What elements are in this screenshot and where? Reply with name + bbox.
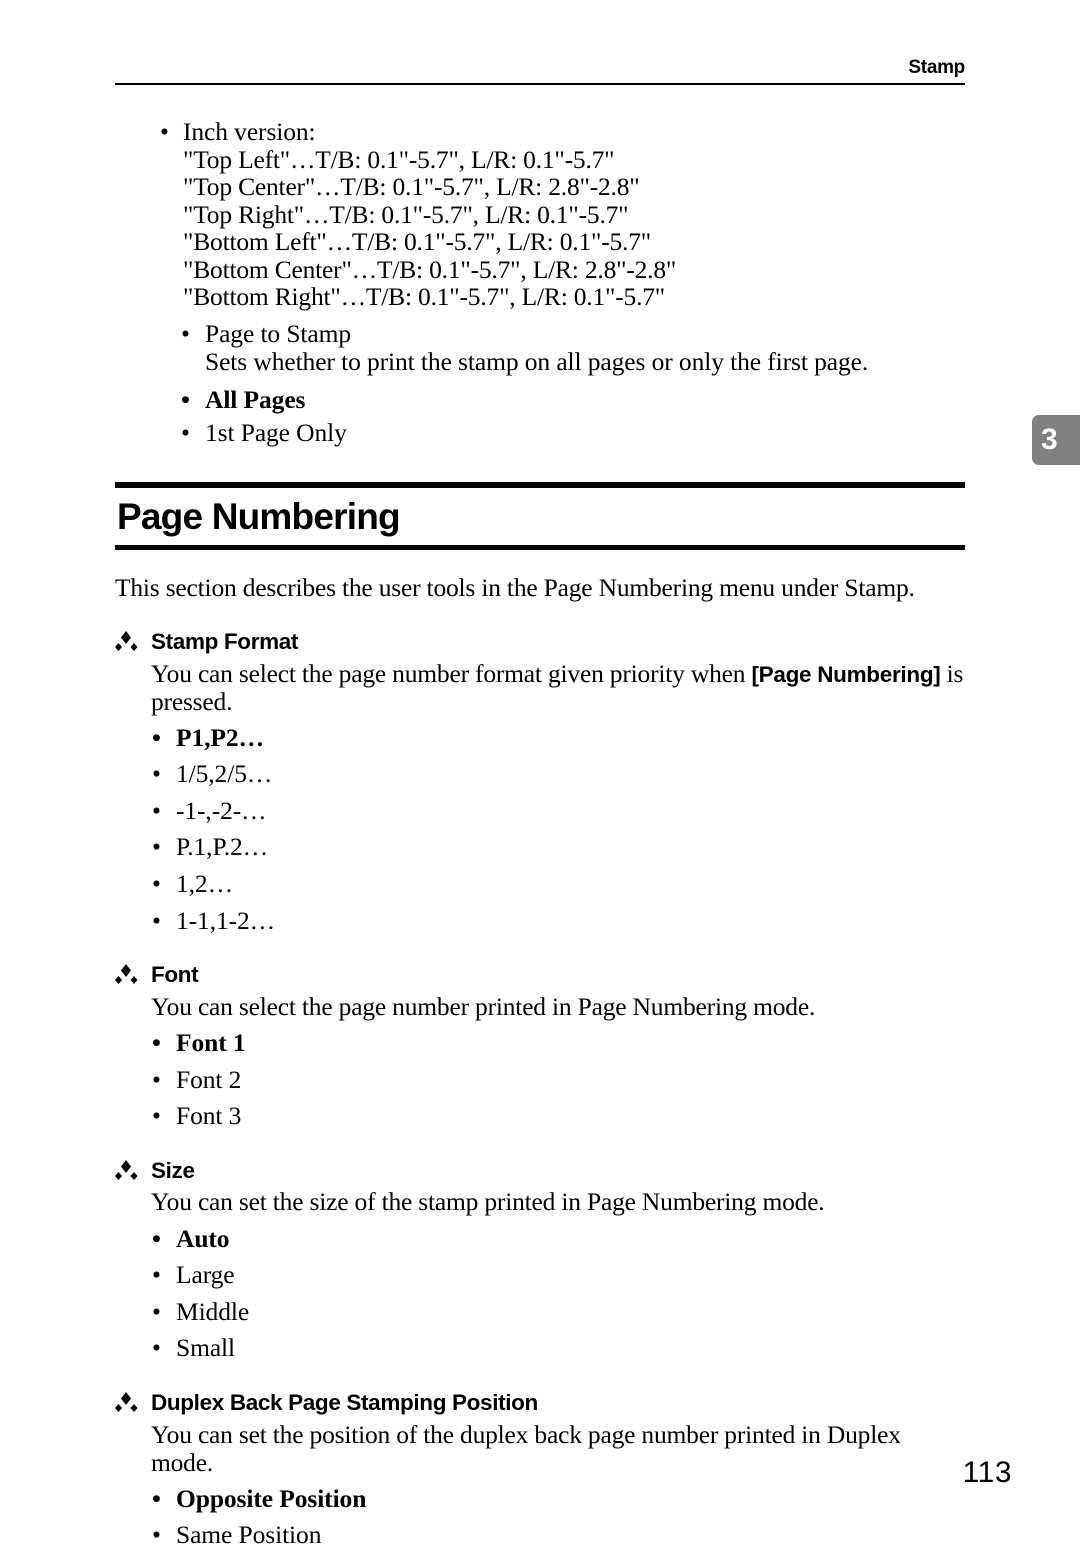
diamond-cluster-icon — [115, 630, 138, 651]
running-header: Stamp — [115, 57, 965, 85]
subsection-title: Stamp Format — [151, 628, 299, 654]
option-label: 1/5,2/5… — [176, 759, 273, 789]
option-item[interactable]: • Large — [115, 1260, 965, 1290]
option-label: Font 1 — [176, 1027, 246, 1057]
option-item[interactable]: • Font 1 — [115, 1027, 965, 1058]
round-bullet-icon: • — [152, 832, 161, 862]
diamond-cluster-icon — [115, 964, 138, 985]
subsection-heading: Duplex Back Page Stamping Position — [115, 1390, 965, 1416]
subsection-description: You can select the page number printed i… — [151, 991, 816, 1021]
option-item[interactable]: • Auto — [115, 1223, 965, 1254]
option-label: Middle — [176, 1296, 250, 1326]
option-item-1st-page-only[interactable]: • 1st Page Only — [115, 419, 965, 448]
option-label: 1st Page Only — [205, 418, 347, 448]
section-intro: This section describes the user tools in… — [115, 572, 915, 602]
round-bullet-icon: • — [152, 1333, 161, 1363]
list-item-label: Page to Stamp — [205, 318, 352, 348]
option-label: Auto — [176, 1223, 230, 1253]
page-title: Page Numbering — [117, 495, 401, 537]
list-item: • Page to Stamp Sets whether to print th… — [115, 318, 965, 377]
option-list-duplex-position: • Opposite Position • Same Position — [115, 1484, 965, 1550]
value-line: "Bottom Right"…T/B: 0.1"-5.7", L/R: 0.1"… — [183, 282, 666, 312]
inch-version-values: "Top Left"…T/B: 0.1"-5.7", L/R: 0.1"-5.7… — [183, 144, 965, 312]
round-bullet-icon: • — [181, 318, 190, 348]
diamond-cluster-icon — [115, 1159, 138, 1180]
round-bullet-icon: • — [181, 418, 190, 448]
list-item: • Inch version: "Top Left"…T/B: 0.1"-5.7… — [115, 118, 965, 311]
description-text-before: You can select the page number format gi… — [151, 658, 752, 688]
round-bullet-icon: • — [152, 1101, 161, 1131]
value-line: "Top Right"…T/B: 0.1"-5.7", L/R: 0.1"-5.… — [183, 199, 629, 229]
round-bullet-icon: • — [152, 868, 161, 898]
list-item-label: Inch version: — [183, 117, 316, 146]
ui-key-reference: [Page Numbering] — [751, 661, 941, 687]
option-label: All Pages — [205, 384, 306, 414]
subsection-size: Size You can set the size of the stamp p… — [115, 1158, 965, 1363]
continued-settings-list: • Inch version: "Top Left"…T/B: 0.1"-5.7… — [115, 118, 965, 311]
option-item[interactable]: • 1,2… — [115, 868, 965, 899]
option-list-font: • Font 1 • Font 2 • Font 3 — [115, 1027, 965, 1131]
option-item[interactable]: • P1,P2… — [115, 722, 965, 753]
option-list-stamp-format: • P1,P2… • 1/5,2/5… • -1-,-2-… • P.1,P.2… — [115, 722, 965, 936]
option-label: Same Position — [176, 1520, 322, 1550]
subsection-title: Font — [151, 962, 199, 988]
subsection-stamp-format: Stamp Format You can select the page num… — [115, 629, 965, 935]
header-divider — [115, 82, 965, 85]
option-item[interactable]: • -1-,-2-… — [115, 795, 965, 826]
running-header-title: Stamp — [908, 57, 965, 78]
option-list-size: • Auto • Large • Middle • Small — [115, 1223, 965, 1363]
subsection-title: Size — [151, 1157, 195, 1183]
round-bullet-icon: • — [152, 722, 161, 752]
chapter-tab-number: 3 — [1041, 423, 1058, 456]
round-bullet-icon: • — [152, 759, 161, 789]
option-item[interactable]: • Small — [115, 1333, 965, 1363]
round-bullet-icon: • — [152, 1260, 161, 1290]
option-label: 1-1,1-2… — [176, 905, 276, 935]
option-label: -1-,-2-… — [176, 795, 267, 825]
document-page: Stamp 3 • Inch version: "Top Left"…T/B: … — [0, 0, 1080, 1549]
option-item[interactable]: • Font 3 — [115, 1101, 965, 1131]
subsection-font: Font You can select the page number prin… — [115, 962, 965, 1131]
round-bullet-icon: • — [160, 117, 169, 146]
option-item[interactable]: • Font 2 — [115, 1064, 965, 1095]
option-label: P1,P2… — [176, 722, 264, 752]
option-label: 1,2… — [176, 868, 233, 898]
option-item[interactable]: • 1-1,1-2… — [115, 905, 965, 936]
option-item-all-pages[interactable]: • All Pages — [115, 384, 965, 415]
page-to-stamp-list: • Page to Stamp Sets whether to print th… — [115, 318, 965, 448]
option-label: Font 2 — [176, 1064, 242, 1094]
option-label: Large — [176, 1260, 235, 1290]
option-item[interactable]: • P.1,P.2… — [115, 833, 965, 862]
subsection-heading: Size — [115, 1158, 965, 1184]
option-label: Font 3 — [176, 1101, 242, 1131]
round-bullet-icon: • — [152, 795, 161, 825]
value-line: "Top Left"…T/B: 0.1"-5.7", L/R: 0.1"-5.7… — [183, 144, 615, 174]
subsection-description: You can select the page number format gi… — [115, 658, 965, 716]
page-content: • Inch version: "Top Left"…T/B: 0.1"-5.7… — [115, 118, 965, 1558]
round-bullet-icon: • — [152, 1296, 161, 1326]
list-item-description: Sets whether to print the stamp on all p… — [205, 347, 869, 377]
section-rule-bottom — [115, 544, 965, 550]
page-number: 113 — [962, 1456, 1012, 1489]
subsection-heading: Stamp Format — [115, 629, 965, 655]
round-bullet-icon: • — [152, 1223, 161, 1253]
value-line: "Top Center"…T/B: 0.1"-5.7", L/R: 2.8"-2… — [183, 172, 640, 202]
round-bullet-icon: • — [152, 1027, 161, 1057]
round-bullet-icon: • — [181, 384, 190, 414]
round-bullet-icon: • — [152, 1064, 161, 1094]
subsection-heading: Font — [115, 962, 965, 988]
value-line: "Bottom Left"…T/B: 0.1"-5.7", L/R: 0.1"-… — [183, 227, 652, 257]
diamond-cluster-icon — [115, 1391, 138, 1412]
subsection-title: Duplex Back Page Stamping Position — [151, 1389, 538, 1415]
option-label: Small — [176, 1333, 236, 1363]
subsection-description: You can set the size of the stamp printe… — [151, 1187, 825, 1217]
section-heading-block: Page Numbering — [115, 481, 965, 550]
option-label: P.1,P.2… — [176, 832, 269, 862]
round-bullet-icon: • — [152, 905, 161, 935]
chapter-tab: 3 — [1032, 415, 1080, 465]
value-line: "Bottom Center"…T/B: 0.1"-5.7", L/R: 2.8… — [183, 254, 677, 284]
option-item[interactable]: • Middle — [115, 1296, 965, 1327]
option-item[interactable]: • 1/5,2/5… — [115, 760, 965, 789]
